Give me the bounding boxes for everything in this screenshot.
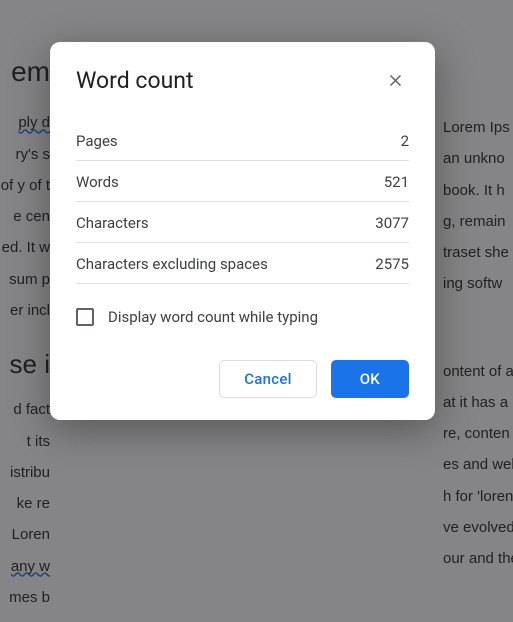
stat-row-characters-no-spaces: Characters excluding spaces 2575 bbox=[76, 243, 409, 284]
checkbox-icon bbox=[76, 308, 94, 326]
stat-value: 3077 bbox=[375, 214, 409, 232]
stat-row-words: Words 521 bbox=[76, 161, 409, 202]
stat-row-characters: Characters 3077 bbox=[76, 202, 409, 243]
stat-label: Pages bbox=[76, 132, 118, 150]
stat-label: Characters excluding spaces bbox=[76, 255, 268, 273]
stat-value: 521 bbox=[384, 173, 409, 191]
stat-label: Characters bbox=[76, 214, 149, 232]
close-button[interactable] bbox=[381, 66, 409, 94]
stat-value: 2575 bbox=[375, 255, 409, 273]
checkbox-label: Display word count while typing bbox=[108, 308, 318, 326]
stat-label: Words bbox=[76, 173, 119, 191]
cancel-button[interactable]: Cancel bbox=[219, 360, 316, 398]
close-icon bbox=[388, 73, 403, 88]
ok-button[interactable]: OK bbox=[331, 360, 409, 398]
stat-row-pages: Pages 2 bbox=[76, 120, 409, 161]
stat-value: 2 bbox=[401, 132, 409, 150]
display-while-typing-checkbox[interactable]: Display word count while typing bbox=[76, 308, 409, 326]
word-count-dialog: Word count Pages 2 Words 521 Characters … bbox=[50, 42, 435, 420]
dialog-title: Word count bbox=[76, 67, 194, 94]
